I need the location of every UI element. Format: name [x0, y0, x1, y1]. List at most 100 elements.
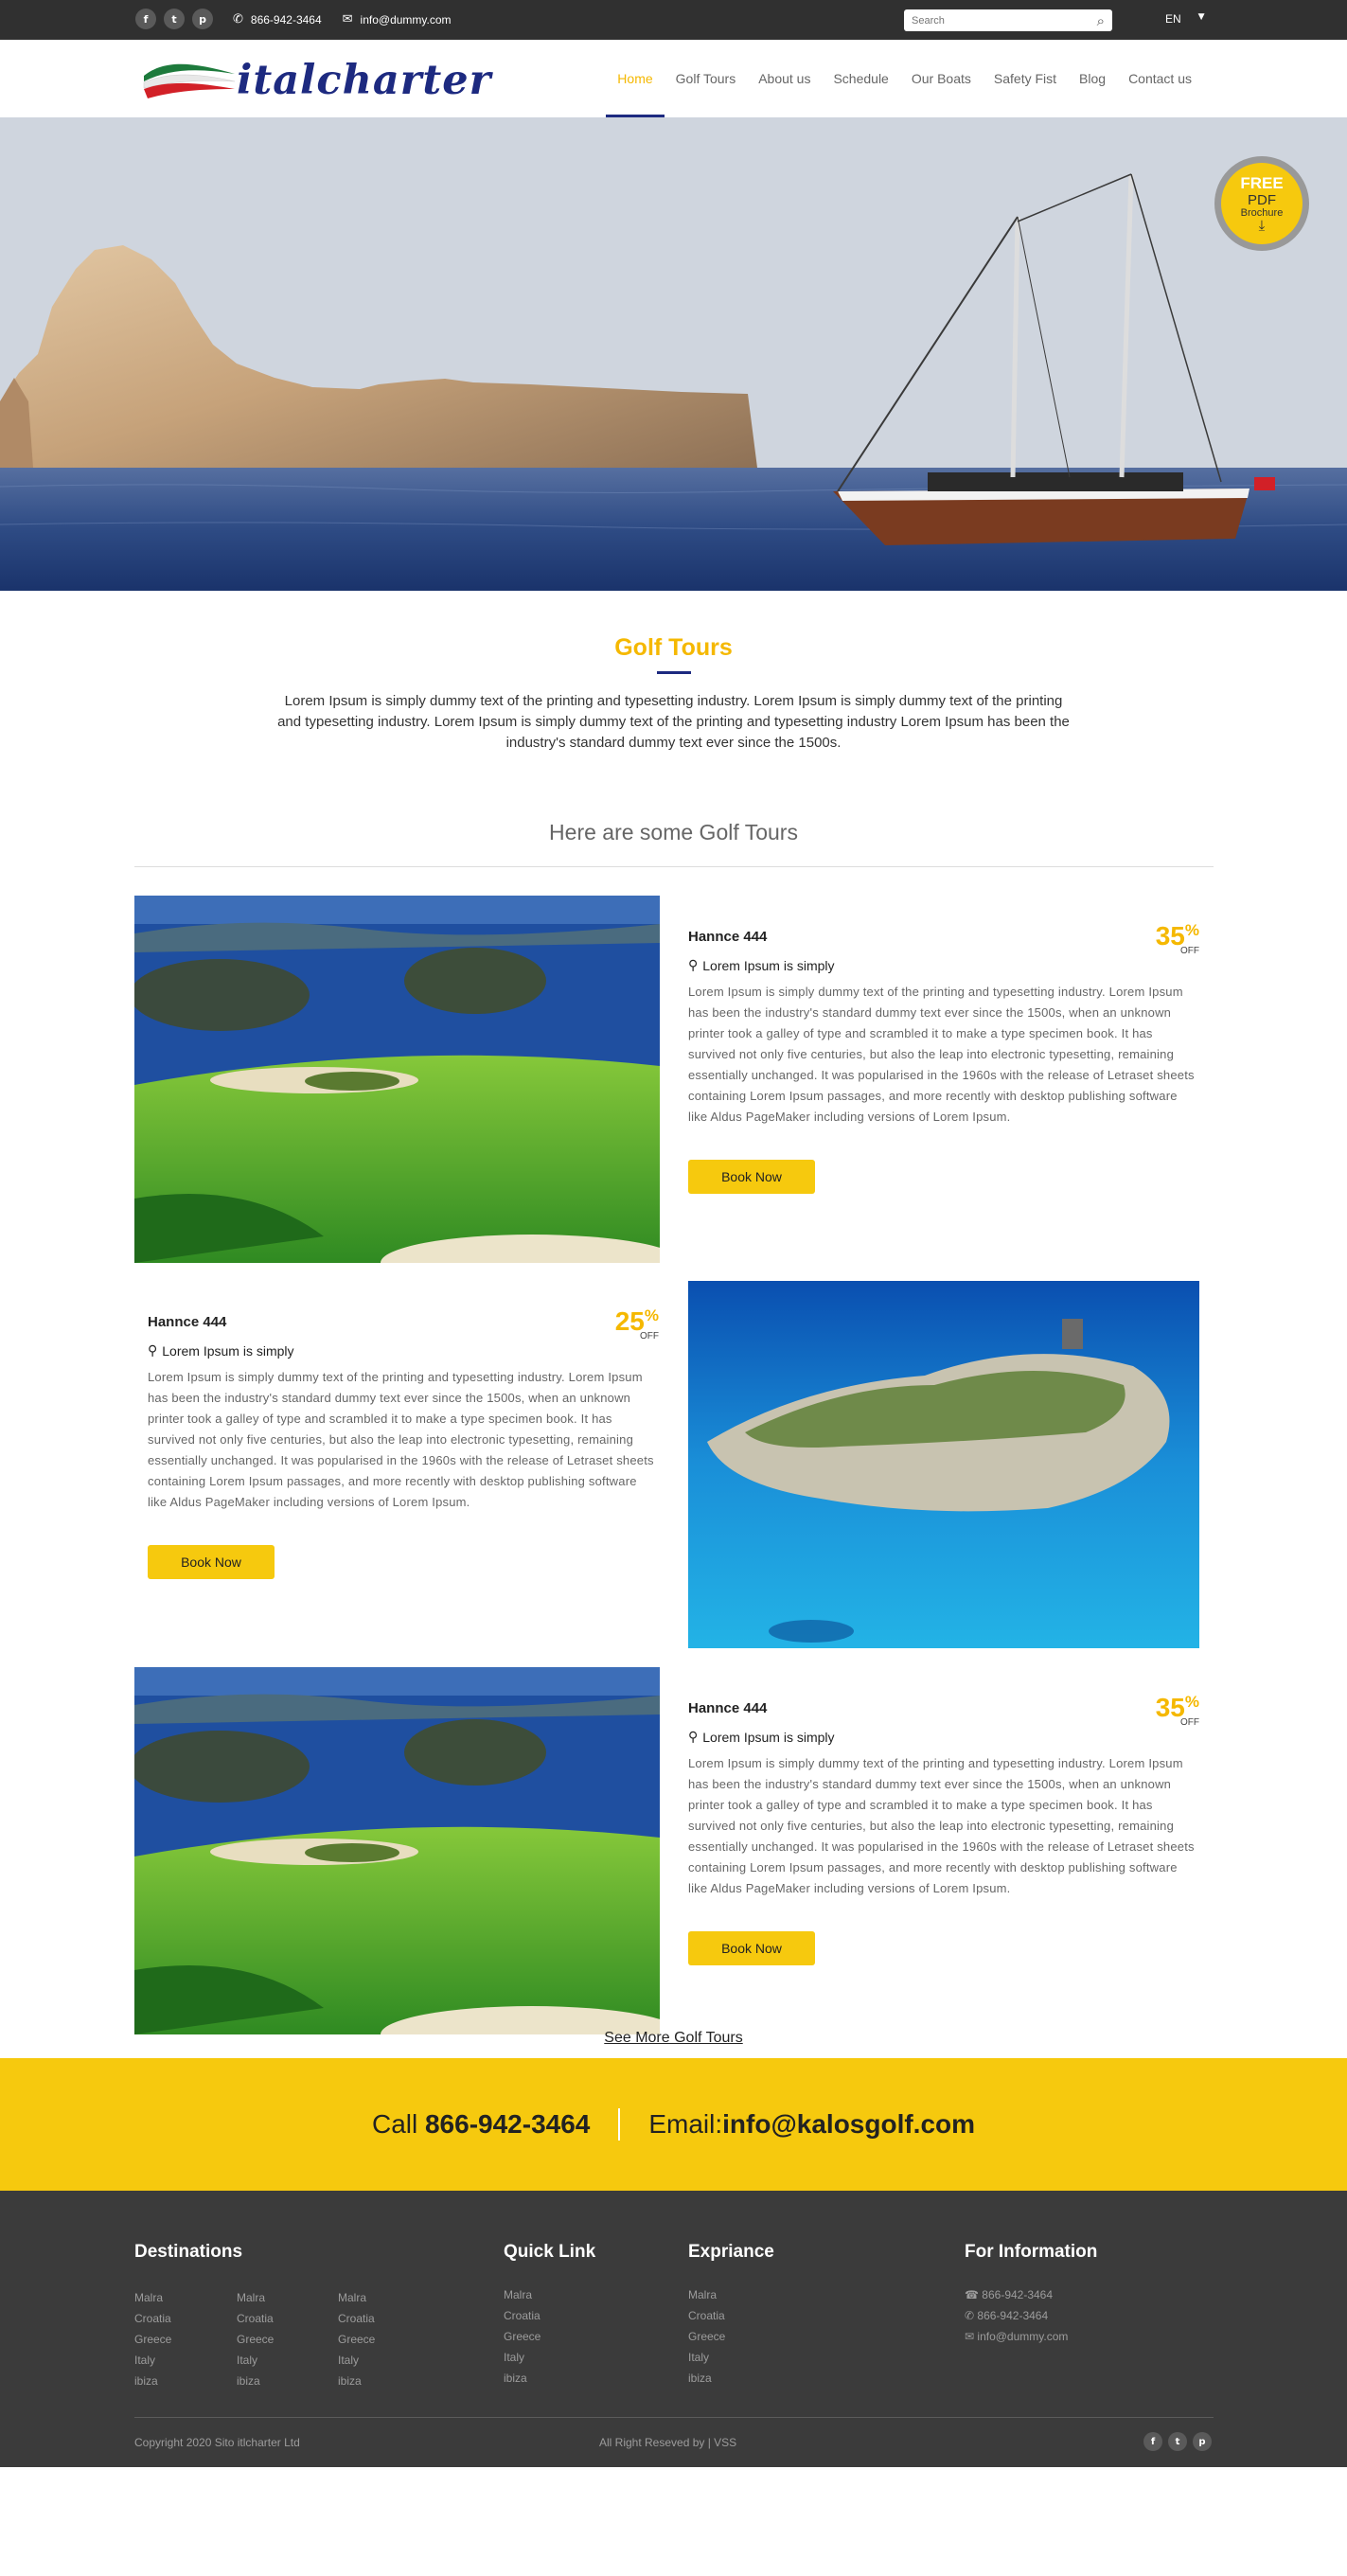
info-phone[interactable]: ☎ 866-942-3464: [965, 2284, 1068, 2305]
location-pin-icon: ⚲: [688, 1730, 699, 1745]
hero-banner: FREE PDF Brochure ⤓: [0, 117, 1347, 591]
nav-item-about-us[interactable]: About us: [747, 40, 822, 117]
top-phone[interactable]: 866-942-3464: [251, 13, 322, 27]
mail-icon: ✉: [342, 12, 353, 27]
footer-link[interactable]: Malra: [504, 2284, 541, 2305]
destinations-col-1: Malra Croatia Greece Italy ibiza: [134, 2287, 171, 2391]
footer-link[interactable]: ibiza: [688, 2368, 725, 2389]
nav-item-schedule[interactable]: Schedule: [822, 40, 899, 117]
search-input[interactable]: [912, 14, 1097, 27]
book-now-button[interactable]: Book Now: [148, 1545, 275, 1579]
tour-name[interactable]: Hannce 444: [688, 1700, 1199, 1716]
footer-link[interactable]: Croatia: [504, 2305, 541, 2326]
tour-name[interactable]: Hannce 444: [688, 929, 1199, 945]
tour-name[interactable]: Hannce 444: [148, 1314, 659, 1330]
nav-item-home[interactable]: Home: [606, 40, 665, 117]
info-mobile[interactable]: ✆ 866-942-3464: [965, 2305, 1068, 2326]
free-brochure-badge[interactable]: FREE PDF Brochure ⤓: [1214, 156, 1309, 251]
tour-image-island-lagoon[interactable]: [688, 1281, 1199, 1648]
footer-link[interactable]: Italy: [338, 2350, 375, 2371]
info-email-text: info@dummy.com: [977, 2330, 1069, 2343]
tour-description: Lorem Ipsum is simply dummy text of the …: [148, 1370, 654, 1509]
footer-link[interactable]: Italy: [688, 2347, 725, 2368]
twitter-icon[interactable]: t: [164, 9, 185, 29]
nav-item-contact-us[interactable]: Contact us: [1117, 40, 1203, 117]
call-info: Call 866-942-3464: [372, 2109, 590, 2140]
logo[interactable]: italcharter: [142, 57, 490, 104]
discount-percent: %: [1184, 1693, 1199, 1711]
nav-item-blog[interactable]: Blog: [1068, 40, 1117, 117]
footer-link[interactable]: Croatia: [338, 2308, 375, 2329]
search-box: ⌕: [904, 9, 1112, 31]
email-prefix: Email:: [648, 2109, 723, 2139]
brochure-pdf-label: PDF: [1248, 192, 1276, 208]
tour-location: ⚲ Lorem Ipsum is simply: [688, 1730, 1199, 1745]
chevron-down-icon: ▼: [1197, 12, 1205, 22]
footer-link[interactable]: Croatia: [134, 2308, 171, 2329]
footer-link[interactable]: Greece: [688, 2326, 725, 2347]
tour-card: Hannce 444 35% OFF ⚲ Lorem Ipsum is simp…: [688, 1693, 1199, 1965]
tour-description: Lorem Ipsum is simply dummy text of the …: [688, 985, 1195, 1124]
nav-item-golf-tours[interactable]: Golf Tours: [665, 40, 748, 117]
footer-link[interactable]: Italy: [237, 2350, 274, 2371]
pinterest-icon[interactable]: p: [192, 9, 213, 29]
footer-link[interactable]: Malra: [688, 2284, 725, 2305]
footer-experience-title: Expriance: [688, 2242, 774, 2262]
tour-location-text: Lorem Ipsum is simply: [702, 958, 835, 973]
footer-link[interactable]: Croatia: [688, 2305, 725, 2326]
location-pin-icon: ⚲: [148, 1343, 158, 1359]
rights-text: All Right Reseved by | VSS: [599, 2436, 737, 2449]
book-now-button[interactable]: Book Now: [688, 1931, 815, 1965]
tour-location-text: Lorem Ipsum is simply: [162, 1343, 294, 1359]
top-email[interactable]: info@dummy.com: [361, 13, 452, 27]
footer-link[interactable]: Malra: [134, 2287, 171, 2308]
footer-link[interactable]: Greece: [504, 2326, 541, 2347]
twitter-icon[interactable]: t: [1168, 2432, 1187, 2451]
top-bar: f t p ✆ 866-942-3464 ✉ info@dummy.com ⌕ …: [0, 0, 1347, 40]
discount-percent: %: [644, 1306, 659, 1324]
footer-link[interactable]: Malra: [237, 2287, 274, 2308]
facebook-icon[interactable]: f: [135, 9, 156, 29]
logo-flag-swoosh-icon: [143, 63, 236, 98]
brochure-free-label: FREE: [1240, 174, 1284, 192]
tour-card: Hannce 444 35% OFF ⚲ Lorem Ipsum is simp…: [688, 921, 1199, 1194]
see-more-link[interactable]: See More Golf Tours: [0, 2030, 1347, 2047]
call-number[interactable]: 866-942-3464: [425, 2109, 590, 2139]
tour-description: Lorem Ipsum is simply dummy text of the …: [688, 1756, 1195, 1895]
footer-link[interactable]: Malra: [338, 2287, 375, 2308]
destinations-col-2: Malra Croatia Greece Italy ibiza: [237, 2287, 274, 2391]
footer-link[interactable]: Greece: [338, 2329, 375, 2350]
footer-destinations-title: Destinations: [134, 2242, 243, 2262]
pinterest-icon[interactable]: p: [1193, 2432, 1212, 2451]
info-list: ☎ 866-942-3464 ✆ 866-942-3464 ✉ info@dum…: [965, 2284, 1068, 2347]
search-icon[interactable]: ⌕: [1097, 12, 1105, 29]
info-mobile-text: 866-942-3464: [977, 2309, 1049, 2322]
tour-location: ⚲ Lorem Ipsum is simply: [148, 1343, 659, 1359]
footer-link[interactable]: ibiza: [504, 2368, 541, 2389]
language-selector[interactable]: EN ▼: [1165, 12, 1205, 26]
tour-image-golf-coast[interactable]: [134, 896, 660, 1263]
nav-item-safety-fist[interactable]: Safety Fist: [983, 40, 1068, 117]
footer-link[interactable]: Greece: [237, 2329, 274, 2350]
language-label: EN: [1165, 12, 1181, 26]
footer-link[interactable]: ibiza: [237, 2371, 274, 2391]
email-address[interactable]: info@kalosgolf.com: [722, 2109, 975, 2139]
footer-link[interactable]: Italy: [504, 2347, 541, 2368]
footer-link[interactable]: Croatia: [237, 2308, 274, 2329]
footer-link[interactable]: ibiza: [134, 2371, 171, 2391]
band-divider: [618, 2108, 621, 2141]
footer-link[interactable]: ibiza: [338, 2371, 375, 2391]
nav-item-our-boats[interactable]: Our Boats: [900, 40, 983, 117]
tour-location-text: Lorem Ipsum is simply: [702, 1730, 835, 1745]
footer-link[interactable]: Italy: [134, 2350, 171, 2371]
discount-off-label: OFF: [640, 1331, 659, 1341]
info-email[interactable]: ✉ info@dummy.com: [965, 2326, 1068, 2347]
footer-link[interactable]: Greece: [134, 2329, 171, 2350]
call-prefix: Call: [371, 2109, 425, 2139]
section-title: Golf Tours: [614, 634, 733, 661]
hero-image: [0, 117, 1347, 591]
book-now-button[interactable]: Book Now: [688, 1160, 815, 1194]
discount-badge: 35% OFF: [1156, 921, 1199, 956]
facebook-icon[interactable]: f: [1143, 2432, 1162, 2451]
tour-image-golf-coast[interactable]: [134, 1667, 660, 2034]
